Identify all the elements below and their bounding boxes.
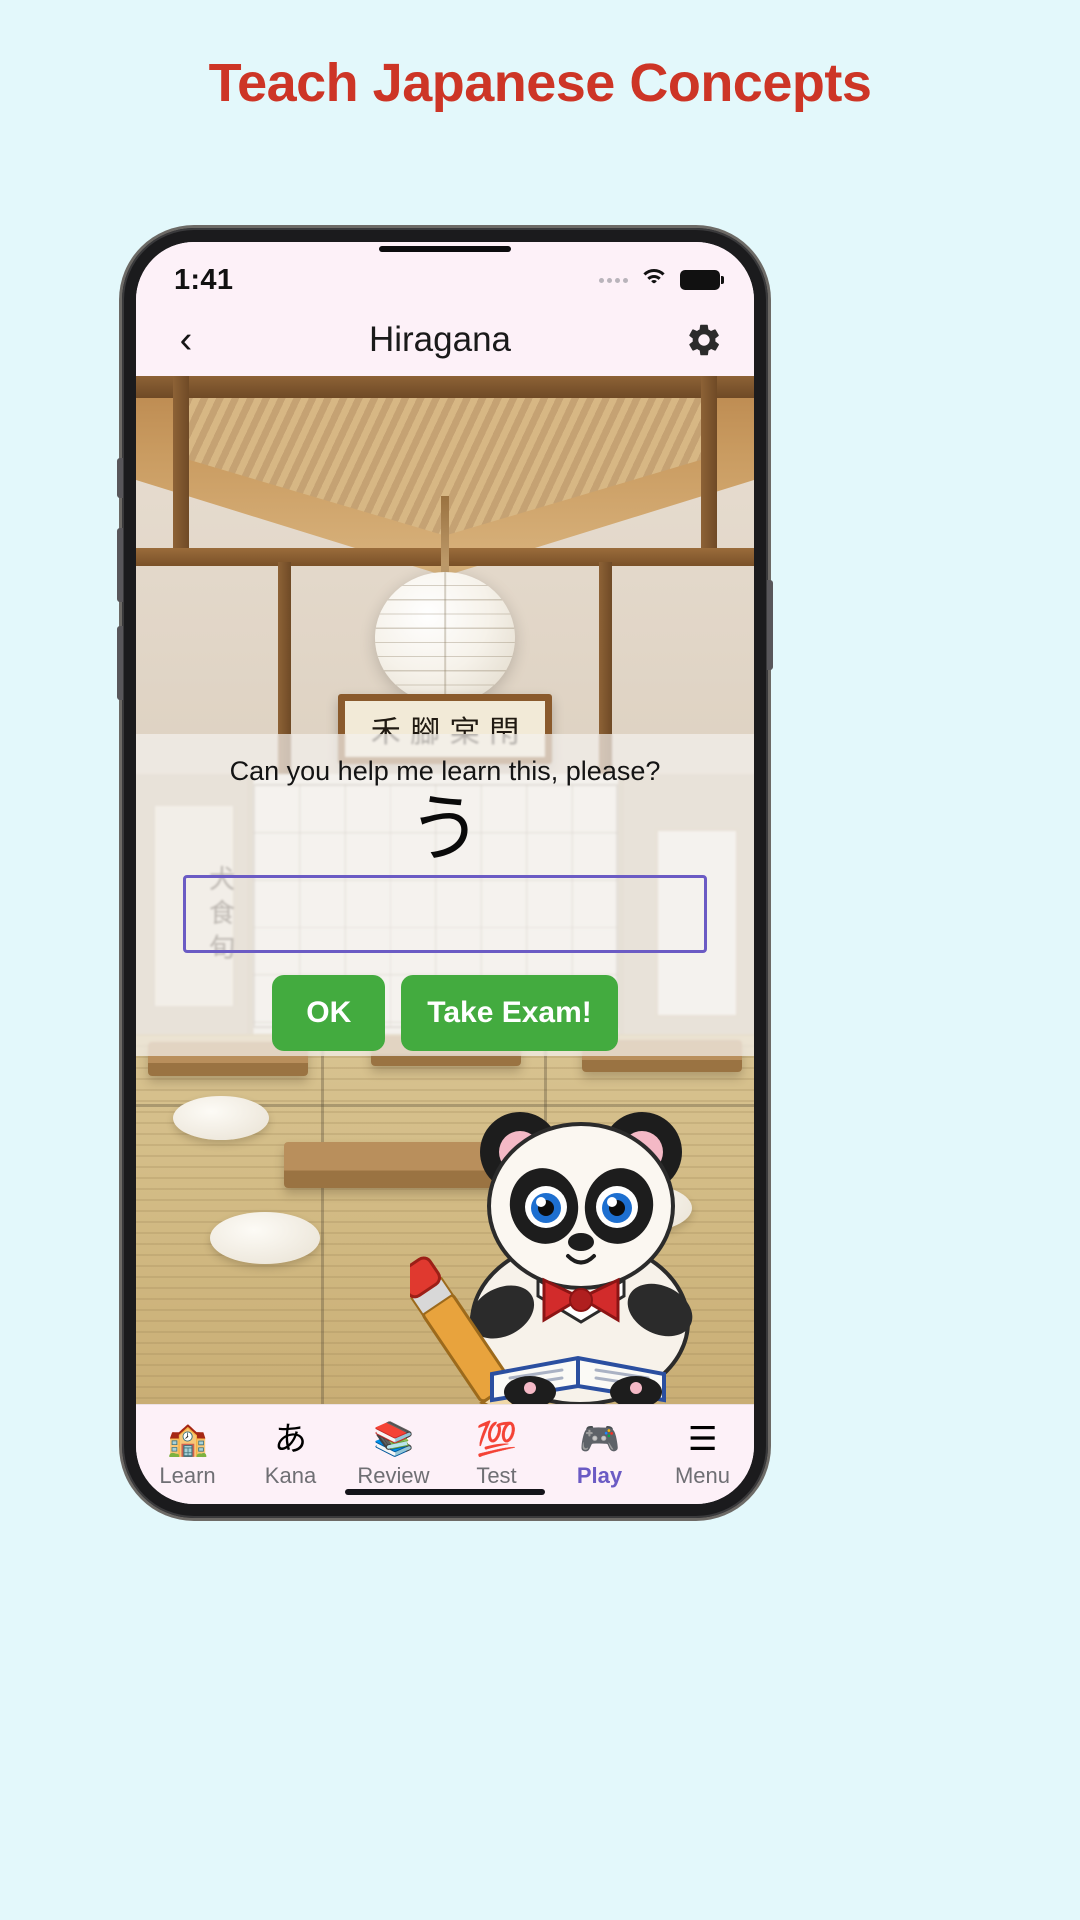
page-title: Teach Japanese Concepts [208, 53, 872, 113]
ok-button[interactable]: OK [272, 974, 386, 1051]
tab-learn-label: Learn [159, 1463, 216, 1488]
phone-screen: 1:41 ‹ Hiragana 禾 腳 宲 閇 Can you help me … [136, 242, 754, 1504]
status-time: 1:41 [174, 263, 234, 296]
kana-character-display: う [408, 786, 482, 872]
tab-kana-label: Kana [264, 1463, 317, 1488]
take-exam-button[interactable]: Take Exam! [401, 974, 618, 1051]
earpiece-speaker [379, 246, 511, 252]
tab-review[interactable]: 📚 Review [342, 1420, 445, 1489]
hundred-icon: 💯 [475, 1418, 518, 1458]
phone-volume-down-button [117, 626, 123, 700]
tab-play-label: Play [576, 1463, 623, 1488]
lesson-content-area: 禾 腳 宲 閇 犬 食 旬 [136, 376, 754, 1404]
tab-review-label: Review [357, 1463, 430, 1488]
answer-input[interactable] [183, 874, 707, 953]
school-icon: 🏫 [166, 1418, 209, 1458]
home-indicator [345, 1489, 545, 1495]
gear-icon[interactable] [680, 316, 728, 364]
tab-learn[interactable]: 🏫 Learn [136, 1420, 239, 1489]
kana-a-icon: あ [274, 1418, 307, 1458]
signal-dots-icon [599, 277, 628, 283]
lesson-dialog: Can you help me learn this, please? う OK… [136, 734, 754, 1056]
panda-mascot [397, 1074, 740, 1404]
battery-full-icon [680, 270, 724, 290]
dialog-question-text: Can you help me learn this, please? [229, 756, 661, 786]
phone-frame: 1:41 ‹ Hiragana 禾 腳 宲 閇 Can you help me … [117, 228, 773, 1518]
tab-menu-label: Menu [674, 1463, 731, 1488]
dialog-action-buttons: OK Take Exam! [272, 974, 618, 1051]
tab-play[interactable]: 🎮 Play [548, 1420, 651, 1489]
tab-kana[interactable]: あ Kana [239, 1420, 342, 1489]
hamburger-icon: ☰ [687, 1418, 718, 1458]
tab-test-label: Test [476, 1463, 517, 1488]
gamepad-icon: 🎮 [578, 1418, 621, 1458]
tab-menu[interactable]: ☰ Menu [651, 1420, 754, 1489]
books-icon: 📚 [372, 1418, 415, 1458]
status-icons [599, 269, 724, 291]
wifi-icon [639, 269, 669, 291]
paper-lantern [375, 572, 515, 704]
nav-title: Hiragana [368, 320, 512, 359]
tab-test[interactable]: 💯 Test [445, 1420, 548, 1489]
app-nav-bar: ‹ Hiragana [136, 304, 754, 376]
phone-power-button [767, 580, 773, 670]
